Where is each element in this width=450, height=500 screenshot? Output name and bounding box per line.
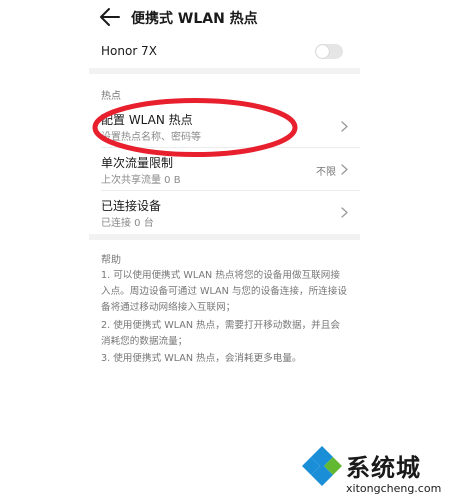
section-label: 热点 [101,91,121,102]
toggle-knob [316,45,329,58]
watermark-domain: xitongcheng.com [346,482,442,495]
help-item-1: 1. 可以使用便携式 WLAN 热点将您的设备用做互联网接入点。周边设备可通过 … [101,270,347,313]
watermark-name: 系统城 [346,454,421,482]
row-value: 不限 [316,167,336,178]
watermark-logo: 系统城 xitongcheng.com [298,442,448,498]
page-title: 便携式 WLAN 热点 [131,11,258,27]
row-subtitle: 设置热点名称、密码等 [101,132,201,143]
row-title: 配置 WLAN 热点 [101,113,193,127]
help-title: 帮助 [101,255,121,266]
app-header: 便携式 WLAN 热点 [89,0,360,36]
chevron-right-icon [341,164,348,175]
chevron-right-icon [341,121,348,132]
chevron-right-icon [341,207,348,218]
section-gap [89,234,360,240]
row-subtitle: 已连接 0 台 [101,218,154,229]
section-gap [89,68,360,74]
logo-mark-icon [302,446,342,486]
configure-hotspot-row[interactable]: 配置 WLAN 热点 设置热点名称、密码等 [89,105,360,148]
back-arrow-icon[interactable] [99,7,121,27]
hotspot-toggle[interactable] [315,44,343,59]
row-title: 已连接设备 [101,199,162,213]
data-limit-row[interactable]: 单次流量限制 上次共享流量 0 B 不限 [89,148,360,191]
row-subtitle: 上次共享流量 0 B [101,175,181,186]
help-item-2: 2. 使用便携式 WLAN 热点，需要打开移动数据，并且会消耗您的数据流量； [101,320,340,347]
row-title: 单次流量限制 [101,156,174,170]
phone-screen: 便携式 WLAN 热点 Honor 7X 热点 配置 WLAN 热点 设置热点名… [89,0,360,500]
device-name: Honor 7X [101,44,157,58]
help-item-3: 3. 使用便携式 WLAN 热点，会消耗更多电量。 [101,353,302,364]
connected-devices-row[interactable]: 已连接设备 已连接 0 台 [89,191,360,234]
hotspot-toggle-row[interactable]: Honor 7X [89,36,360,68]
